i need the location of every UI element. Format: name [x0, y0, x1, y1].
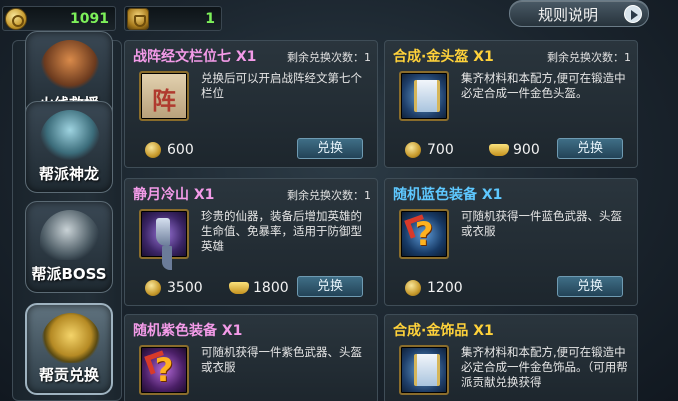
coin-value: 1091	[70, 11, 109, 27]
rules-label: 规则说明	[538, 6, 599, 24]
exchange-button[interactable]: 兑换	[557, 276, 623, 297]
sidebar-item-label: 帮派BOSS	[31, 265, 107, 283]
coin-cost-value: 1200	[427, 280, 463, 296]
coin-cost-value: 3500	[167, 280, 203, 296]
remaining-count: 剩余兑换次数：1	[287, 51, 371, 64]
item-description: 集齐材料和本配方,便可在锻造中必定合成一件金色头盔。	[461, 71, 626, 100]
item-title: 静月冷山 X1	[133, 187, 215, 203]
guild-boss-icon	[40, 210, 100, 260]
gold-ingot-icon	[489, 144, 509, 156]
exchange-button[interactable]: 兑换	[297, 276, 363, 297]
item-card-zhen-slot: 战阵经文栏位七 X1 剩余兑换次数：1 阵 兑换后可以开启战阵经文第七个栏位 6…	[124, 40, 378, 168]
sidebar-item-guild-dragon[interactable]: 帮派神龙	[25, 101, 113, 193]
remaining-count: 剩余兑换次数：1	[287, 189, 371, 202]
item-card-random-blue: 随机蓝色装备 X1 ? 可随机获得一件蓝色武器、头盔或衣服 1200 兑换	[384, 178, 638, 306]
coin-icon	[145, 280, 161, 296]
helmet-icon	[127, 8, 149, 30]
item-card-gold-accessory: 合成·金饰品 X1 集齐材料和本配方,便可在锻造中必定合成一件金色饰品。（可用帮…	[384, 314, 638, 401]
blueprint-scroll-icon[interactable]	[399, 71, 449, 121]
coin-icon	[405, 280, 421, 296]
coin-icon	[405, 142, 421, 158]
guild-contribution-bag-icon	[41, 313, 101, 363]
coin-cost-value: 700	[427, 142, 454, 158]
guild-dragon-icon	[40, 110, 100, 160]
random-purple-equip-icon[interactable]: ?	[139, 345, 189, 395]
item-title: 战阵经文栏位七 X1	[133, 49, 257, 65]
fire-rescue-icon	[40, 40, 100, 90]
item-title: 随机蓝色装备 X1	[393, 187, 503, 203]
item-description: 集齐材料和本配方,便可在锻造中必定合成一件金色饰品。（可用帮派贡献兑换获得	[461, 345, 628, 389]
item-description: 珍贵的仙器，装备后增加英雄的生命值、免暴率，适用于防御型英雄	[201, 209, 362, 253]
item-title: 随机紫色装备 X1	[133, 323, 243, 339]
boot-icon[interactable]	[139, 209, 189, 259]
zhen-scroll-icon[interactable]: 阵	[139, 71, 189, 121]
item-description: 兑换后可以开启战阵经文第七个栏位	[201, 71, 362, 100]
helmet-value: 1	[205, 11, 215, 27]
item-card-random-purple: 随机紫色装备 X1 ? 可随机获得一件紫色武器、头盔或衣服	[124, 314, 378, 401]
item-title: 合成·金头盔 X1	[393, 49, 494, 65]
coin-icon	[145, 142, 161, 158]
item-card-jingyue-lengshan: 静月冷山 X1 剩余兑换次数：1 珍贵的仙器，装备后增加英雄的生命值、免暴率，适…	[124, 178, 378, 306]
item-description: 可随机获得一件蓝色武器、头盔或衣服	[461, 209, 622, 238]
sidebar: 火线救援 帮派神龙 帮派BOSS 帮贡兑换	[12, 31, 122, 401]
random-blue-equip-icon[interactable]: ?	[399, 209, 449, 259]
ingot-cost-value: 900	[513, 142, 540, 158]
exchange-button[interactable]: 兑换	[557, 138, 623, 159]
blueprint-scroll-icon[interactable]	[399, 345, 449, 395]
rules-button[interactable]: 规则说明	[509, 0, 649, 27]
coin-counter: 1091	[2, 6, 116, 31]
ingot-cost-value: 1800	[253, 280, 289, 296]
coin-icon	[5, 8, 27, 30]
sidebar-item-guild-contribution[interactable]: 帮贡兑换	[25, 303, 113, 395]
gold-ingot-icon	[229, 282, 249, 294]
helmet-counter: 1	[124, 6, 222, 31]
play-arrow-icon	[624, 5, 642, 23]
item-card-gold-helmet: 合成·金头盔 X1 剩余兑换次数：1 集齐材料和本配方,便可在锻造中必定合成一件…	[384, 40, 638, 168]
sidebar-item-label: 帮派神龙	[38, 165, 99, 183]
sidebar-item-label: 帮贡兑换	[38, 366, 99, 384]
remaining-count: 剩余兑换次数：1	[547, 51, 631, 64]
sidebar-item-guild-boss[interactable]: 帮派BOSS	[25, 201, 113, 293]
coin-cost-value: 600	[167, 142, 194, 158]
item-title: 合成·金饰品 X1	[393, 323, 494, 339]
exchange-button[interactable]: 兑换	[297, 138, 363, 159]
item-description: 可随机获得一件紫色武器、头盔或衣服	[201, 345, 362, 374]
